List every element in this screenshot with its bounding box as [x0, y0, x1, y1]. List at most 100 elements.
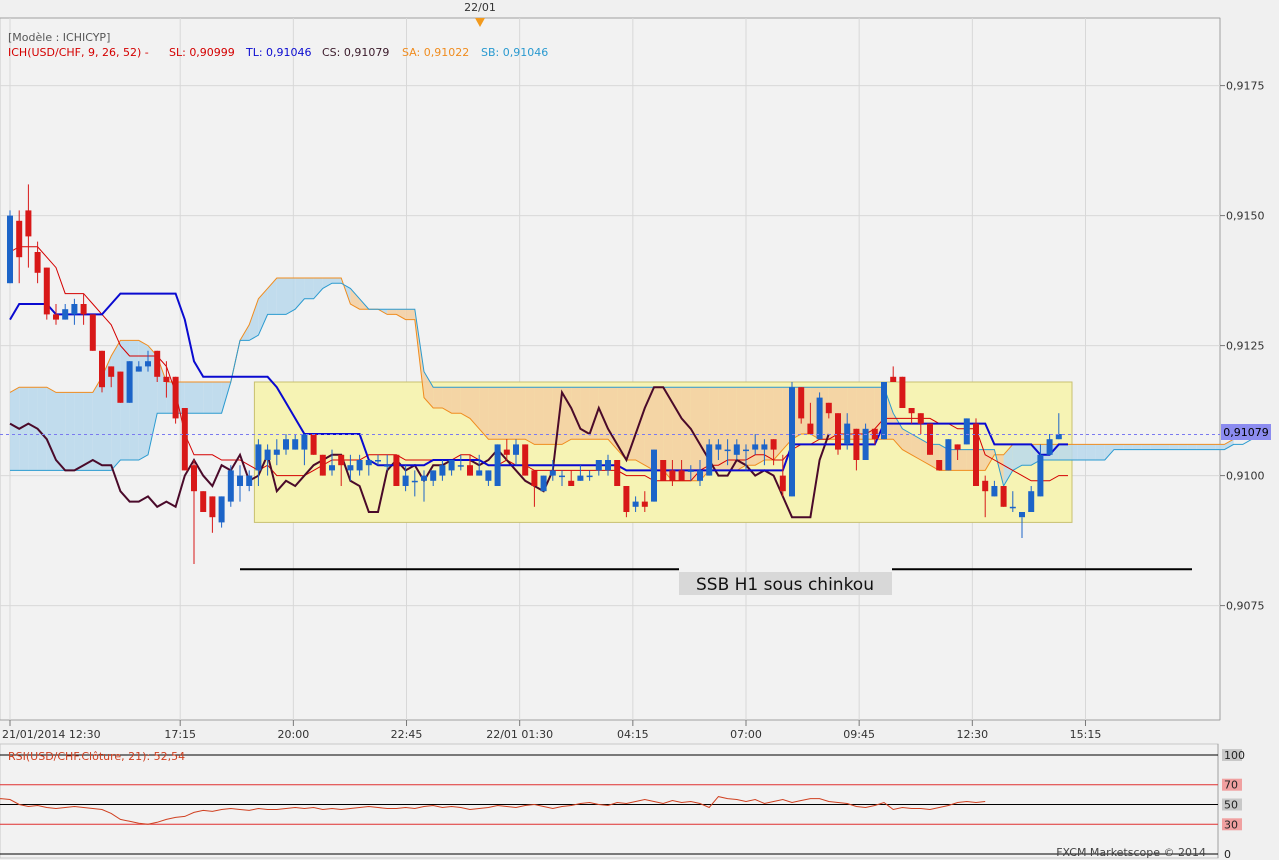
price-tick-label: 0,9125: [1226, 340, 1265, 353]
rsi-level-label: 0: [1224, 848, 1231, 860]
candle-body: [181, 408, 188, 471]
cloud-segment: [387, 309, 397, 315]
candle-body: [163, 376, 170, 382]
time-tick-label: 09:45: [843, 728, 875, 741]
candle-body: [338, 454, 345, 466]
candle-body: [522, 444, 529, 476]
cloud-segment: [111, 340, 121, 471]
cloud-segment: [1132, 444, 1142, 450]
price-tick-label: 0,9075: [1226, 600, 1265, 613]
cloud-segment: [497, 387, 507, 440]
candle-body: [660, 460, 667, 481]
candle-body: [356, 460, 363, 471]
cloud-segment: [1077, 444, 1087, 460]
cloud-segment: [957, 449, 967, 471]
candle-body: [218, 496, 225, 523]
cloud-segment: [672, 387, 682, 481]
candle-body: [1019, 512, 1025, 518]
cloud-segment: [37, 387, 47, 471]
cloud-segment: [451, 387, 461, 414]
candle-body: [549, 470, 556, 476]
candle-body: [779, 475, 786, 492]
candle-body: [1000, 486, 1007, 507]
cloud-segment: [56, 392, 66, 471]
candle-body: [724, 449, 731, 452]
candle-body: [25, 210, 32, 237]
cloud-segment: [1058, 444, 1068, 460]
cloud-segment: [65, 392, 75, 471]
cloud-segment: [1160, 444, 1170, 450]
cloud-segment: [304, 278, 314, 299]
candle-body: [816, 397, 823, 440]
cloud-segment: [74, 392, 84, 471]
candle-body: [531, 470, 538, 486]
cloud-segment: [138, 340, 148, 460]
top-date-marker-label: 22/01: [464, 1, 496, 14]
cloud-segment: [525, 387, 535, 445]
candle-body: [421, 475, 427, 481]
candle-body: [16, 220, 23, 258]
chart-area: 0,9175 0,9150 0,9125 0,9100 0,9075 21/01/2014…: [0, 1, 1279, 860]
candle-body: [844, 423, 851, 445]
candle-body: [485, 470, 492, 481]
candle-body: [991, 486, 998, 497]
candle-body: [283, 439, 289, 450]
candle-body: [154, 350, 161, 377]
candle-body: [687, 470, 694, 472]
candle-body: [200, 491, 207, 512]
candle-body: [669, 470, 676, 481]
cloud-segment: [516, 387, 526, 440]
candle-body: [743, 449, 749, 452]
candle-body: [145, 361, 151, 367]
candle-body: [34, 252, 41, 273]
annotation-text: SSB H1 sous chinkou: [696, 575, 874, 595]
candle-body: [1046, 439, 1053, 455]
time-tick-label: 07:00: [730, 728, 762, 741]
cloud-segment: [1150, 444, 1160, 450]
candle-body: [108, 366, 115, 377]
candle-body: [973, 423, 979, 486]
candle-body: [917, 413, 924, 424]
cloud-segment: [1095, 444, 1105, 460]
candle-body: [53, 314, 59, 320]
rsi-level-label: 50: [1224, 799, 1238, 812]
candle-body: [467, 465, 473, 476]
cloud-segment: [488, 387, 498, 440]
cloud-segment: [718, 387, 728, 471]
candle-body: [862, 428, 869, 460]
price-axis-background: [1220, 18, 1279, 720]
price-tick-label: 0,9100: [1226, 470, 1265, 483]
candle-body: [375, 460, 381, 462]
time-tick-label: 04:15: [617, 728, 649, 741]
cloud-segment: [746, 387, 756, 466]
price-tick-label: 0,9175: [1226, 80, 1265, 93]
candle-body: [540, 475, 547, 492]
candle-body: [577, 475, 584, 481]
candle-body: [982, 480, 989, 492]
cloud-segment: [736, 387, 746, 471]
cloud-segment: [1215, 444, 1225, 450]
candle-body: [752, 444, 759, 450]
candle-body: [273, 449, 280, 455]
candle-body: [319, 454, 326, 476]
candle-body: [89, 314, 96, 351]
cloud-segment: [1187, 444, 1197, 450]
candle-body: [715, 444, 722, 450]
time-tick-label: 22:45: [391, 728, 423, 741]
candle-body: [963, 418, 970, 445]
candle-body: [614, 460, 621, 486]
candle-body: [678, 470, 685, 481]
candle-body: [927, 423, 933, 455]
indicator-sl: SL: 0,90999: [169, 46, 235, 59]
time-tick-label: 17:15: [164, 728, 196, 741]
candle-body: [117, 371, 124, 403]
candle-body: [890, 376, 897, 382]
candle-body: [706, 444, 713, 476]
candle-body: [329, 465, 335, 471]
candle-body: [871, 428, 878, 440]
cloud-segment: [83, 392, 93, 471]
candle-body: [605, 460, 611, 471]
candle-body: [402, 475, 409, 486]
candle-body: [384, 465, 391, 467]
cloud-segment: [1206, 444, 1216, 450]
